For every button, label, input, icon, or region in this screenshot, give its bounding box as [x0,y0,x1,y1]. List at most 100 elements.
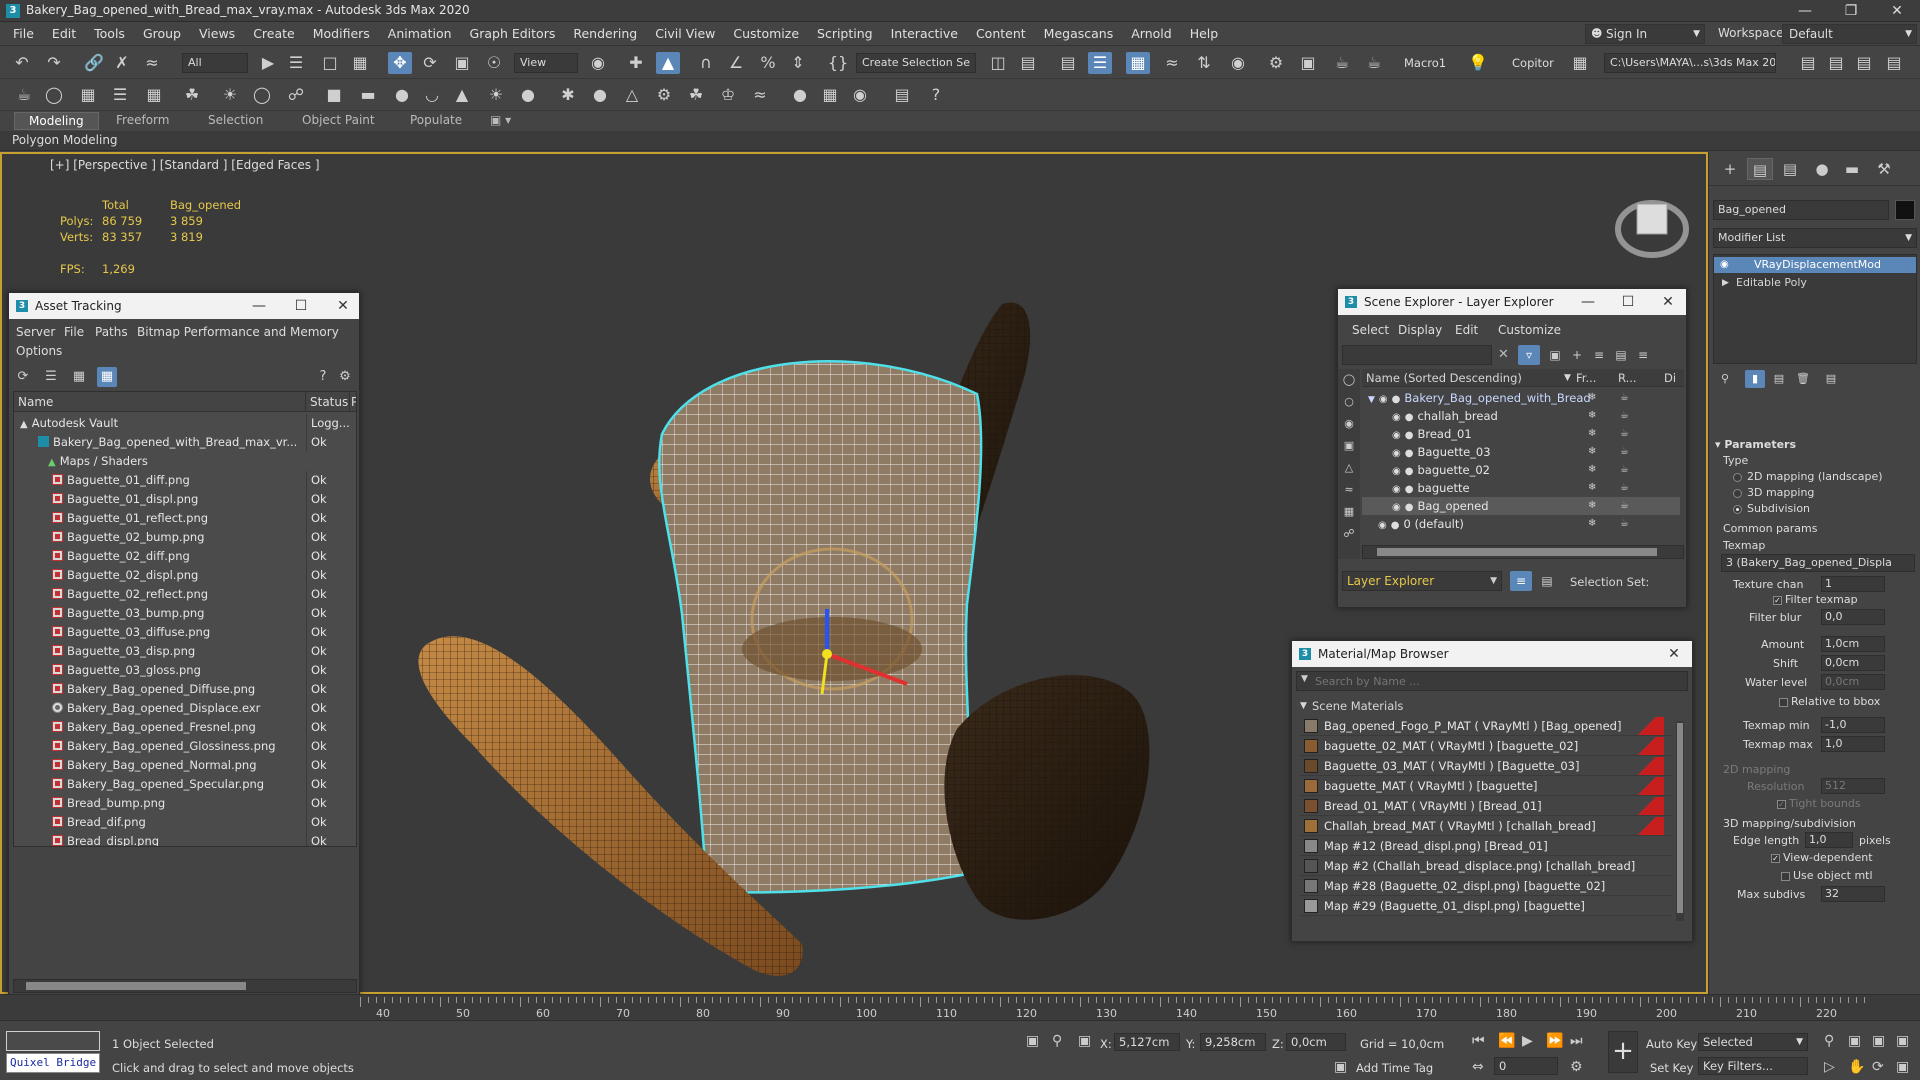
edge-length-spinner[interactable]: 1,0 [1805,832,1853,848]
tab-freeform[interactable]: Freeform [116,113,169,127]
object-color-swatch[interactable] [1895,200,1915,220]
freeze-icon[interactable]: ❄ [1588,461,1596,479]
hierarchy-view-icon[interactable]: ▤ [1536,571,1558,591]
list-icon[interactable]: ☰ [108,84,132,106]
display-groups-icon[interactable]: ▦ [1339,503,1359,521]
table-row[interactable]: Baguette_02_displ.png Ok [14,566,356,585]
maxscript-listener-field[interactable] [6,1031,100,1051]
previous-frame-icon[interactable]: ⏪ [1498,1033,1515,1049]
x-coordinate-field[interactable]: 5,127cm [1114,1033,1180,1051]
tab-modeling[interactable]: Modeling [14,112,99,130]
material-browser-titlebar[interactable]: 3 Material/Map Browser [1292,641,1692,667]
maximize-viewport-icon[interactable]: ▣ [1896,1059,1909,1075]
scrollbar-thumb[interactable] [26,982,246,990]
select-object-icon[interactable]: ▶ [256,52,280,74]
display-lights-icon[interactable]: ◉ [1339,415,1359,433]
hierarchy-icon[interactable]: ▤ [1612,345,1630,365]
use-object-mtl-checkbox[interactable] [1781,872,1790,881]
orbit-icon[interactable]: ⟳ [1872,1059,1884,1075]
configure-modifier-sets-icon[interactable]: ▤ [1821,370,1841,388]
filter-texmap-checkbox[interactable]: ✓ [1773,596,1782,605]
material-row[interactable]: baguette_02_MAT ( VRayMtl ) [baguette_02… [1300,737,1672,756]
explorer-menu-customize[interactable]: Customize [1498,323,1561,337]
go-to-end-icon[interactable]: ⏭ [1570,1033,1583,1049]
table-row[interactable]: Baguette_03_disp.png Ok [14,642,356,661]
named-selection-sets-dropdown[interactable]: Create Selection Se [856,53,976,73]
align-icon[interactable]: ▤ [1016,52,1040,74]
macro1-label[interactable]: Macro1 [1404,56,1446,70]
column-header-path[interactable]: P [350,392,356,412]
redo-icon[interactable]: ↷ [42,52,66,74]
menu-civil-view[interactable]: Civil View [646,22,724,46]
layer-explorer-icon[interactable]: ▤ [1056,52,1080,74]
table-row[interactable]: Bakery_Bag_opened_Displace.exr Ok [14,699,356,718]
display-xrefs-icon[interactable]: ☍ [1339,525,1359,543]
table-row[interactable]: Bakery_Bag_opened_Glossiness.png Ok [14,737,356,756]
zoom-extents-icon[interactable]: ▣ [1872,1033,1885,1049]
explorer-row[interactable]: ◉ ● baguette ❄ ☕ [1362,479,1680,497]
calculator-icon[interactable]: ▦ [142,84,166,106]
add-layer-icon[interactable]: + [1568,345,1586,365]
tab-populate[interactable]: Populate [410,113,462,127]
material-row[interactable]: Map #28 (Baguette_02_displ.png) [baguett… [1300,877,1672,896]
explorer-row[interactable]: ◉ ● 0 (default) ❄ ☕ [1362,515,1680,533]
list-view-icon[interactable]: ☰ [41,367,61,387]
material-editor-icon[interactable]: ◉ [1226,52,1250,74]
render-iterative-icon[interactable]: ☕ [1362,52,1386,74]
y-coordinate-field[interactable]: 9,258cm [1200,1033,1266,1051]
explorer-horizontal-scrollbar[interactable] [1362,545,1684,559]
menu-megascans[interactable]: Megascans [1035,22,1123,46]
tab-object-paint[interactable]: Object Paint [302,113,375,127]
absolute-mode-icon[interactable]: ▣ [1078,1033,1091,1049]
type-3d-mapping-radio[interactable] [1733,489,1742,498]
selection-filter-dropdown[interactable]: All [182,53,248,73]
key-selection-dropdown[interactable]: Selected ▼ [1698,1033,1808,1051]
motion-tab-icon[interactable]: ● [1809,158,1835,180]
render-production-icon[interactable]: ☕ [1330,52,1354,74]
relative-to-bbox-checkbox[interactable] [1779,698,1788,707]
render-teapot-icon[interactable]: ☕ [1620,389,1629,407]
reference-coord-dropdown[interactable]: View [514,53,578,73]
close-icon[interactable]: ✕ [325,293,361,319]
freeze-icon[interactable]: ❄ [1588,389,1596,407]
explorer-row[interactable]: ◉ ● baguette_02 ❄ ☕ [1362,461,1680,479]
scene-explorer-icon[interactable]: ☰ [1088,52,1112,74]
max-subdivs-spinner[interactable]: 32 [1821,886,1885,902]
layers-icon[interactable]: ≡ [1590,345,1608,365]
dome-light-icon[interactable]: ● [516,84,540,106]
next-frame-icon[interactable]: ⏩ [1546,1033,1563,1049]
close-icon[interactable]: ✕ [1650,289,1686,315]
plant-icon[interactable]: ☘ [684,84,708,106]
mirror-icon[interactable]: ◫ [986,52,1010,74]
material-search-input[interactable] [1315,673,1675,689]
close-icon[interactable]: ✕ [1874,0,1920,22]
horizontal-scrollbar[interactable] [13,979,357,993]
table-row[interactable]: Bakery_Bag_opened_with_Bread_max_vr... Ok [14,433,356,452]
explorer-row[interactable]: ◉ ● Baguette_03 ❄ ☕ [1362,443,1680,461]
link-icon[interactable]: 🔗 [82,52,106,74]
go-to-start-icon[interactable]: ⏮ [1472,1033,1485,1049]
render-teapot-icon[interactable]: ☕ [1620,515,1629,533]
render-setup-icon[interactable]: ⚙ [1264,52,1288,74]
ribbon-options-icon[interactable]: ▣ ▾ [490,113,511,127]
snaps-toggle-icon[interactable]: ∩ [694,52,718,74]
add-time-tag[interactable]: Add Time Tag [1356,1061,1433,1075]
wave-icon[interactable]: ≈ [748,84,772,106]
options-icon[interactable]: ⚙ [335,367,355,387]
ribbon-icon[interactable]: ▦ [1126,52,1150,74]
frame-buffer-icon[interactable]: ▦ [818,84,842,106]
filter-blur-spinner[interactable]: 0,0 [1821,609,1885,625]
sun-icon[interactable]: ☀ [484,84,508,106]
table-row[interactable]: Bread_bump.png Ok [14,794,356,813]
menu-content[interactable]: Content [967,22,1035,46]
table-row[interactable]: Baguette_01_reflect.png Ok [14,509,356,528]
menu-group[interactable]: Group [134,22,190,46]
timeline[interactable]: 40 50 60 70 80 90 100 110 120 130 140 150 160 170 180 1… [0,994,1920,1020]
isolate-selection-icon[interactable]: ▣ [1026,1033,1039,1049]
table-row[interactable]: ▲ Maps / Shaders [14,452,356,471]
hf-icon[interactable]: ♔ [716,84,740,106]
quixel-bridge-button[interactable]: Quixel Bridge [6,1053,100,1073]
filter-icon[interactable]: ▿ [1518,345,1540,365]
field-of-view-icon[interactable]: ▷ [1824,1059,1835,1075]
material-row[interactable]: Map #2 (Challah_bread_displace.png) [cha… [1300,857,1672,876]
